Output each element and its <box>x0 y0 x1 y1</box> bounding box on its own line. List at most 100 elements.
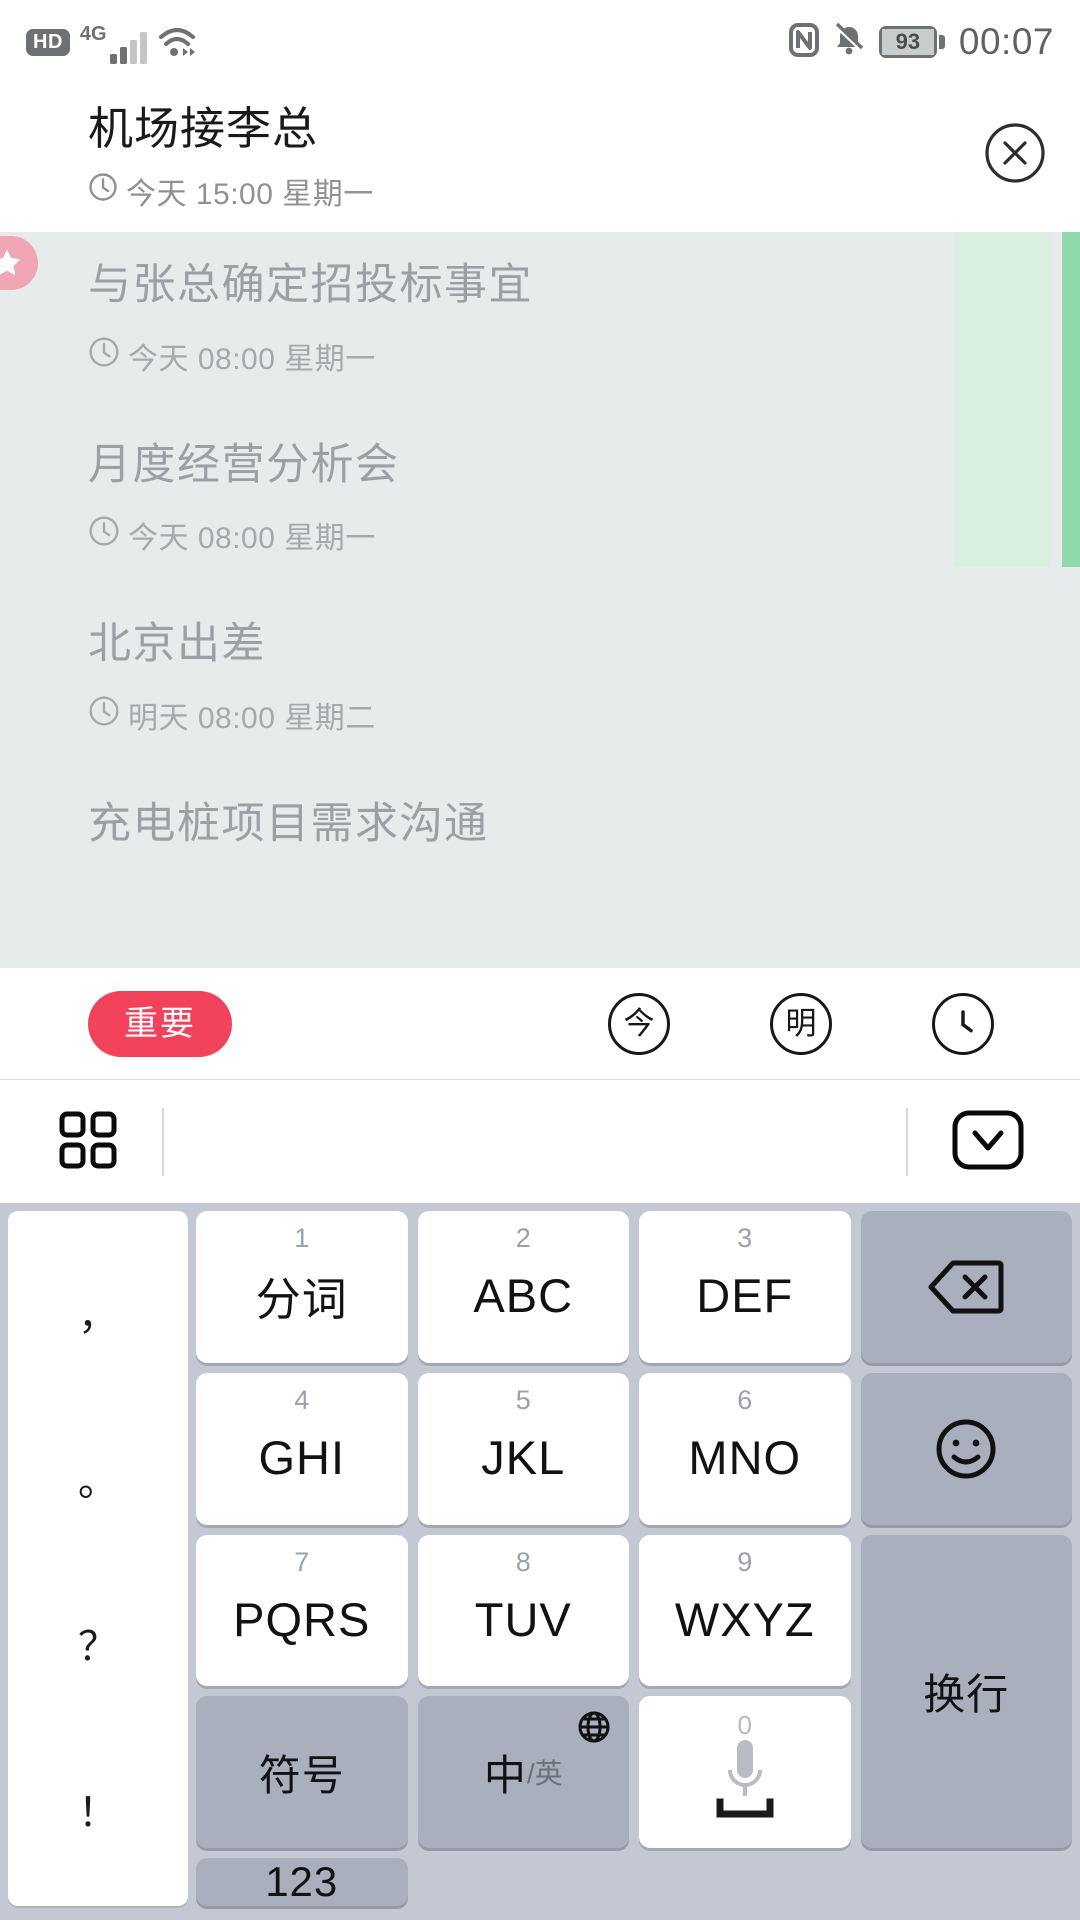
clock-icon <box>88 695 120 735</box>
key-number: 4 <box>294 1384 310 1415</box>
important-button[interactable]: 重要 <box>88 990 232 1057</box>
keyboard[interactable]: ， 。 ？ ！ 1 分词 2 ABC 3 DEF 4 GHI 5 JKL 6 M… <box>0 1203 1080 1920</box>
key-label: ABC <box>473 1269 574 1323</box>
key-2-abc[interactable]: 2 ABC <box>417 1211 629 1363</box>
toolbar-divider-left <box>162 1108 164 1176</box>
signal-bars-icon <box>109 30 147 64</box>
key-5-jkl[interactable]: 5 JKL <box>417 1372 629 1525</box>
status-bar-right: 93 00:07 <box>788 21 1054 63</box>
battery-icon: 93 <box>878 26 945 58</box>
task-title: 充电桩项目需求沟通 <box>88 799 489 848</box>
keyboard-toolbar <box>0 1081 1080 1203</box>
task-datetime-row: 明天 08:00 星期二 <box>88 693 1080 737</box>
task-list[interactable]: 与张总确定招投标事宜 今天 08:00 星期一 月度经营分析会 今天 08:00… <box>0 232 1080 968</box>
key-label: DEF <box>696 1269 794 1323</box>
space-key[interactable]: 0 <box>639 1696 851 1848</box>
signal-group: 4G <box>80 20 147 64</box>
key-label: 分词 <box>255 1274 348 1326</box>
key-exclamation[interactable]: ！ <box>8 1726 188 1892</box>
key-3-def[interactable]: 3 DEF <box>639 1211 851 1363</box>
key-9-wxyz[interactable]: 9 WXYZ <box>639 1534 851 1687</box>
toolbar-divider-right <box>906 1108 908 1176</box>
task-header-datetime-row: 今天 15:00 星期一 <box>88 169 374 213</box>
microphone-icon <box>706 1730 784 1831</box>
key-label: 换行 <box>923 1670 1010 1718</box>
key-number: 6 <box>737 1384 753 1415</box>
task-list-item[interactable]: 与张总确定招投标事宜 今天 08:00 星期一 <box>0 232 1080 378</box>
task-list-item[interactable]: 月度经营分析会 今天 08:00 星期一 <box>0 378 1080 558</box>
punctuation-column[interactable]: ， 。 ？ ！ <box>8 1211 188 1906</box>
key-label: 123 <box>265 1858 339 1905</box>
key-label: 符号 <box>258 1751 345 1799</box>
task-title: 月度经营分析会 <box>88 440 400 489</box>
key-label: PQRS <box>233 1592 371 1646</box>
key-label: JKL <box>481 1431 566 1485</box>
key-number: 3 <box>737 1223 753 1253</box>
key-number: 1 <box>294 1223 310 1253</box>
clock-icon <box>88 336 120 376</box>
task-list-item[interactable]: 北京出差 明天 08:00 星期二 <box>0 557 1080 737</box>
key-number: 8 <box>515 1546 531 1577</box>
key-label: GHI <box>258 1431 346 1485</box>
globe-icon <box>577 1710 611 1749</box>
backspace-icon[interactable] <box>860 1211 1072 1363</box>
task-list-item[interactable]: 充电桩项目需求沟通 <box>0 737 1080 851</box>
key-label: WXYZ <box>674 1592 815 1646</box>
key-number: 0 <box>737 1710 752 1741</box>
task-datetime-row: 今天 08:00 星期一 <box>88 513 1080 557</box>
task-title: 北京出差 <box>88 620 266 669</box>
important-star-badge <box>0 236 38 290</box>
phone-screen: HD 4G 93 00:07 机场接李总 今天 15:00 星期一 与张总确定招… <box>0 0 1080 1920</box>
key-number: 5 <box>515 1384 531 1415</box>
key-label: TUV <box>474 1592 572 1646</box>
bell-muted-icon <box>833 22 865 62</box>
smiley-icon[interactable] <box>860 1372 1072 1525</box>
tomorrow-button[interactable]: 明 <box>770 992 832 1055</box>
task-header: 机场接李总 今天 15:00 星期一 <box>0 84 1080 232</box>
task-datetime: 今天 08:00 星期一 <box>128 522 376 556</box>
key-7-pqrs[interactable]: 7 PQRS <box>196 1534 408 1687</box>
key-number: 7 <box>294 1546 310 1577</box>
numeric-key[interactable]: 123 <box>196 1858 408 1906</box>
key-sublabel: /英 <box>526 1758 563 1790</box>
symbol-key[interactable]: 符号 <box>196 1696 408 1848</box>
task-datetime-row: 今天 08:00 星期一 <box>88 334 1080 378</box>
page-title: 机场接李总 <box>88 103 319 154</box>
key-8-tuv[interactable]: 8 TUV <box>417 1534 629 1687</box>
clock-icon <box>88 172 118 210</box>
key-6-mno[interactable]: 6 MNO <box>639 1372 851 1525</box>
battery-level-label: 93 <box>881 29 934 55</box>
key-question[interactable]: ？ <box>8 1561 188 1727</box>
key-number: 9 <box>737 1546 753 1577</box>
close-icon[interactable] <box>984 122 1046 184</box>
status-bar: HD 4G 93 00:07 <box>0 0 1080 84</box>
key-1-fenci[interactable]: 1 分词 <box>196 1211 408 1363</box>
task-datetime: 今天 08:00 星期一 <box>128 342 376 376</box>
today-button[interactable]: 今 <box>608 992 670 1055</box>
keyboard-main-grid[interactable]: 1 分词 2 ABC 3 DEF 4 GHI 5 JKL 6 MNO 7 PQR… <box>196 1211 1072 1906</box>
grid-icon[interactable] <box>58 1110 118 1175</box>
key-label: MNO <box>688 1431 802 1485</box>
task-header-text: 机场接李总 今天 15:00 星期一 <box>88 84 374 213</box>
task-title: 与张总确定招投标事宜 <box>88 261 533 309</box>
key-number: 2 <box>515 1223 531 1253</box>
language-toggle-key[interactable]: 中 /英 <box>417 1696 629 1848</box>
task-datetime: 明天 08:00 星期二 <box>128 701 376 735</box>
wifi-icon <box>157 25 197 59</box>
action-bar: 重要 今 明 <box>0 968 1080 1080</box>
hd-badge: HD <box>26 28 70 56</box>
key-comma[interactable]: ， <box>8 1229 188 1395</box>
enter-key[interactable]: 换行 <box>860 1534 1072 1848</box>
status-bar-clock: 00:07 <box>958 21 1054 62</box>
key-4-ghi[interactable]: 4 GHI <box>196 1372 408 1525</box>
network-type-label: 4G <box>79 23 107 45</box>
clock-icon[interactable] <box>932 992 994 1055</box>
nfc-icon <box>788 22 819 62</box>
status-bar-left: HD 4G <box>26 20 197 64</box>
task-header-datetime: 今天 15:00 星期一 <box>126 178 374 212</box>
key-label: 中 <box>483 1751 527 1799</box>
chevron-down-icon[interactable] <box>952 1110 1024 1175</box>
clock-icon <box>88 515 120 555</box>
action-bar-icons: 今 明 <box>608 992 1080 1055</box>
key-period[interactable]: 。 <box>8 1395 188 1561</box>
